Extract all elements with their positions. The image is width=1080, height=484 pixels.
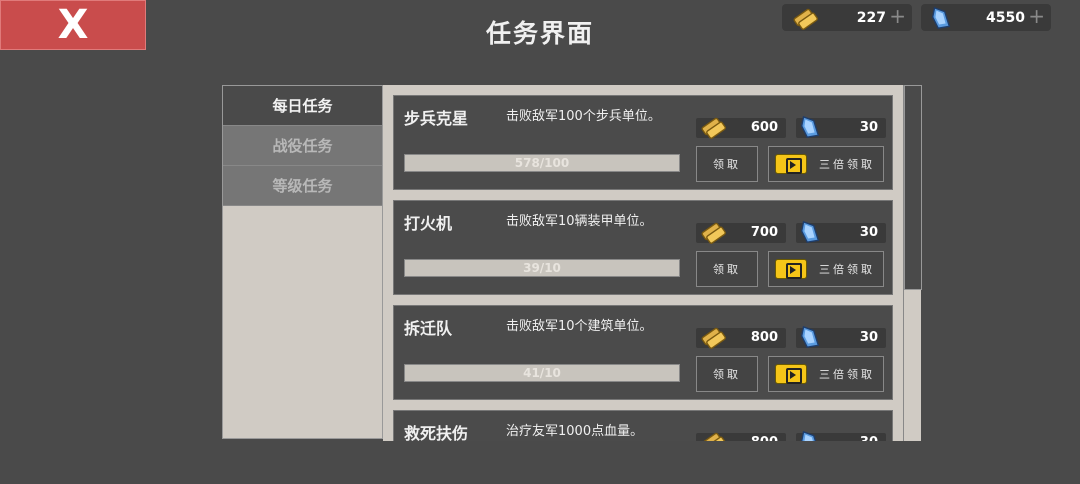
blue-crystal-icon	[798, 325, 822, 349]
gold-add-button[interactable]: +	[889, 6, 906, 26]
gold-bars-icon	[698, 220, 728, 244]
progress-text: 41/10	[523, 366, 561, 380]
gold-bars-icon	[698, 325, 728, 349]
triple-claim-label: 三倍领取	[819, 368, 875, 381]
blue-crystal-icon	[798, 115, 822, 139]
triple-claim-label: 三倍领取	[819, 263, 875, 276]
gold-reward: 600	[696, 118, 786, 138]
gold-reward-value: 700	[750, 225, 778, 240]
gold-reward: 800	[696, 328, 786, 348]
progress-text: 578/100	[514, 156, 570, 170]
gold-bars-icon	[698, 430, 728, 441]
tab-level-tasks[interactable]: 等级任务	[223, 166, 382, 206]
task-progress-bar: 578/100	[404, 154, 680, 172]
video-play-icon	[775, 364, 807, 384]
gold-bars-icon	[698, 115, 728, 139]
video-play-icon	[775, 154, 807, 174]
task-tab-sidebar: 每日任务 战役任务 等级任务	[222, 85, 383, 439]
gold-reward-value: 800	[750, 330, 778, 345]
task-list[interactable]: 步兵克星 击败敌军100个步兵单位。 578/100 600 30 领取 三倍领…	[383, 85, 920, 441]
blue-crystal-icon	[798, 430, 822, 441]
gold-reward: 800	[696, 433, 786, 441]
tab-campaign-tasks[interactable]: 战役任务	[223, 126, 382, 166]
gold-reward: 700	[696, 223, 786, 243]
scrollbar-thumb[interactable]	[904, 85, 922, 290]
gem-reward: 30	[796, 118, 886, 138]
gem-resource: 4550 +	[921, 4, 1051, 31]
task-description: 击败敌军10辆装甲单位。	[506, 214, 653, 229]
triple-claim-button[interactable]: 三倍领取	[768, 356, 884, 392]
progress-text: 39/10	[523, 261, 561, 275]
gold-bars-icon	[790, 6, 820, 30]
task-card: 步兵克星 击败敌军100个步兵单位。 578/100 600 30 领取 三倍领…	[393, 95, 893, 190]
gold-reward-value: 800	[751, 435, 778, 441]
tab-daily-tasks[interactable]: 每日任务	[223, 86, 382, 126]
claim-button[interactable]: 领取	[696, 251, 758, 287]
scrollbar[interactable]	[903, 85, 922, 441]
gold-resource: 227 +	[782, 4, 912, 31]
gem-reward-value: 30	[859, 225, 878, 240]
gem-reward: 30	[796, 433, 886, 441]
task-progress-bar: 39/10	[404, 259, 680, 277]
triple-claim-button[interactable]: 三倍领取	[768, 251, 884, 287]
gem-reward-value: 30	[860, 435, 878, 441]
task-card: 打火机 击败敌军10辆装甲单位。 39/10 700 30 领取 三倍领取	[393, 200, 893, 295]
video-play-icon	[775, 259, 807, 279]
task-description: 治疗友军1000点血量。	[506, 424, 644, 439]
gem-reward-value: 30	[859, 120, 878, 135]
gem-add-button[interactable]: +	[1028, 6, 1045, 26]
gem-reward-value: 30	[859, 330, 878, 345]
gem-reward: 30	[796, 328, 886, 348]
triple-claim-button[interactable]: 三倍领取	[768, 146, 884, 182]
gold-amount: 227	[856, 9, 886, 26]
task-name: 打火机	[404, 214, 453, 233]
gold-reward-value: 600	[750, 120, 778, 135]
blue-crystal-icon	[929, 6, 953, 30]
task-name: 步兵克星	[404, 109, 469, 128]
task-description: 击败敌军10个建筑单位。	[506, 319, 653, 334]
task-card: 救死扶伤 治疗友军1000点血量。 800 30	[393, 410, 893, 441]
blue-crystal-icon	[798, 220, 822, 244]
page-title: 任务界面	[485, 19, 594, 48]
claim-button[interactable]: 领取	[696, 356, 758, 392]
triple-claim-label: 三倍领取	[819, 158, 875, 171]
task-name: 救死扶伤	[404, 424, 469, 441]
task-progress-bar: 41/10	[404, 364, 680, 382]
task-name: 拆迁队	[404, 319, 453, 338]
gem-amount: 4550	[986, 9, 1025, 26]
gem-reward: 30	[796, 223, 886, 243]
task-card: 拆迁队 击败敌军10个建筑单位。 41/10 800 30 领取 三倍领取	[393, 305, 893, 400]
claim-button[interactable]: 领取	[696, 146, 758, 182]
task-description: 击败敌军100个步兵单位。	[506, 109, 661, 124]
